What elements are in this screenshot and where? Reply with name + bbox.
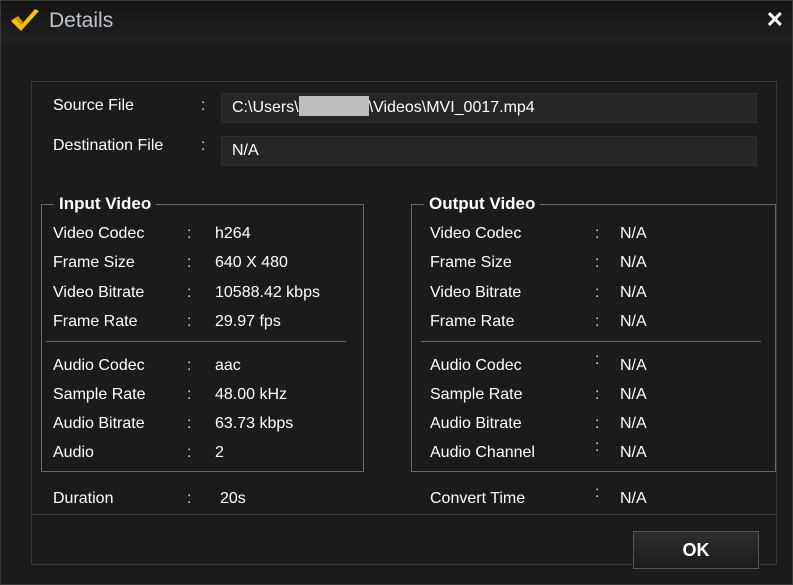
duration-value: 20s [220,490,246,507]
destination-file-value: N/A [232,142,259,159]
footer-divider [31,514,777,515]
input-row-value: 63.73 kbps [215,415,294,432]
input-row-label: Frame Size [53,254,135,271]
input-row-label: Audio Bitrate [53,415,145,432]
input-row-label: Audio [53,444,94,461]
source-file-path-prefix: C:\Users\ [232,99,299,116]
output-row-label: Video Bitrate [430,284,522,301]
output-separator [421,341,761,342]
close-icon[interactable]: ✕ [766,9,784,31]
redacted-username [298,96,369,116]
output-row-colon: : [595,438,600,455]
input-row-value: 2 [215,444,224,461]
output-row-colon: : [595,415,600,432]
ok-button[interactable]: OK [633,531,759,569]
output-row-value: N/A [620,313,647,330]
output-video-title: Output Video [424,194,541,214]
input-row-colon: : [187,254,192,271]
input-row-label: Video Codec [53,225,145,242]
input-row-colon: : [187,284,192,301]
output-row-colon: : [595,351,600,368]
source-file-path-suffix: \Videos\MVI_0017.mp4 [368,99,535,116]
details-dialog: Details ✕ Source File : C:\Users\ \Videos… [0,0,793,585]
input-row-colon: : [187,313,192,330]
output-row-value: N/A [620,357,647,374]
input-row-label: Sample Rate [53,386,146,403]
input-row-colon: : [187,225,192,242]
input-row-label: Frame Rate [53,313,138,330]
source-file-colon: : [201,97,206,114]
source-file-label: Source File [53,97,134,114]
convert-time-label: Convert Time [430,490,526,507]
destination-file-colon: : [201,137,206,154]
input-row-colon: : [187,415,192,432]
output-row-label: Audio Codec [430,357,522,374]
output-row-value: N/A [620,225,647,242]
input-row-value: 48.00 kHz [215,386,288,403]
output-row-label: Sample Rate [430,386,523,403]
output-row-value: N/A [620,254,647,271]
output-row-label: Frame Rate [430,313,515,330]
duration-colon: : [187,490,192,507]
output-row-colon: : [595,313,600,330]
title-bar[interactable]: Details ✕ [1,1,792,43]
input-row-value: h264 [215,225,251,242]
duration-label: Duration [53,490,114,507]
input-row-value: 10588.42 kbps [215,284,320,301]
output-row-colon: : [595,225,600,242]
input-separator [46,341,346,342]
input-video-title: Input Video [54,194,157,214]
input-row-colon: : [187,357,192,374]
output-row-label: Frame Size [430,254,512,271]
output-row-value: N/A [620,415,647,432]
input-row-colon: : [187,444,192,461]
input-row-label: Video Bitrate [53,284,145,301]
destination-file-field: N/A [221,136,757,166]
output-row-label: Audio Bitrate [430,415,522,432]
output-row-value: N/A [620,386,647,403]
convert-time-value: N/A [620,490,647,507]
output-row-colon: : [595,254,600,271]
output-row-label: Audio Channel [430,444,535,461]
output-row-colon: : [595,386,600,403]
output-row-value: N/A [620,284,647,301]
app-logo-icon [11,9,39,31]
destination-file-label: Destination File [53,137,164,154]
input-row-value: 640 X 480 [215,254,288,271]
input-row-label: Audio Codec [53,357,145,374]
window-title: Details [49,9,114,32]
convert-time-colon: : [595,484,600,501]
input-row-value: aac [215,357,241,374]
source-file-field: C:\Users\ \Videos\MVI_0017.mp4 [221,93,757,123]
input-row-value: 29.97 fps [215,313,281,330]
input-row-colon: : [187,386,192,403]
output-row-label: Video Codec [430,225,522,242]
output-row-colon: : [595,284,600,301]
output-row-value: N/A [620,444,647,461]
